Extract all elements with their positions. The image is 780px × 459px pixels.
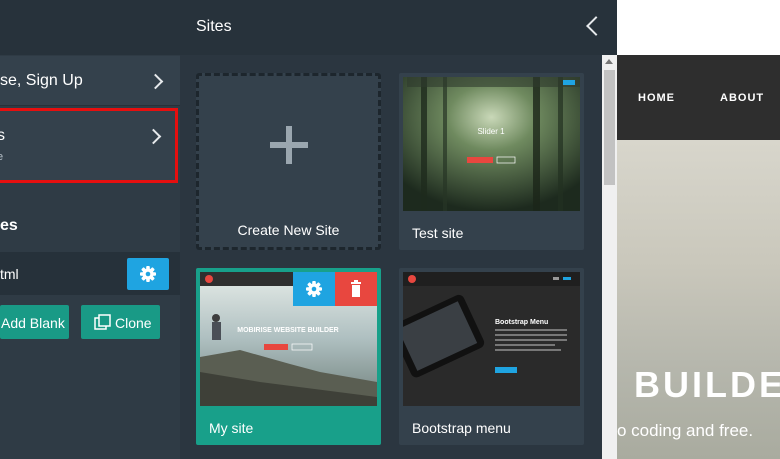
sidebar-item-sites[interactable]: s e <box>0 108 178 183</box>
site-thumbnail: Slider 1 <box>403 77 580 211</box>
site-card-test-site[interactable]: Slider 1 Test site <box>399 73 584 250</box>
chevron-right-icon <box>147 73 164 90</box>
gear-icon <box>306 281 322 297</box>
add-blank-label: Add Blank <box>1 315 65 331</box>
plus-icon-bar <box>270 142 308 148</box>
chevron-left-icon[interactable] <box>586 16 606 36</box>
left-sidebar: se, Sign Up s e es tml Add Blank Clone <box>0 0 180 459</box>
pages-section-title: es <box>0 217 18 234</box>
site-card-my-site[interactable]: MOBIRISE WEBSITE BUILDER My site <box>196 268 381 445</box>
preview-headline: BUILDE <box>634 364 780 405</box>
thumb-title: Bootstrap Menu <box>495 319 548 326</box>
thumb-title: Slider 1 <box>477 127 505 136</box>
app-window: se, Sign Up s e es tml Add Blank Clone S… <box>0 0 780 459</box>
preview-nav-about[interactable]: ABOUT <box>720 92 764 104</box>
trash-icon <box>351 280 361 297</box>
site-card-name: Test site <box>412 225 464 241</box>
chevron-right-icon <box>145 128 162 145</box>
clone-button[interactable]: Clone <box>81 305 160 339</box>
site-card-name: My site <box>209 420 254 436</box>
sidebar-item-signup[interactable]: se, Sign Up <box>0 56 180 106</box>
add-blank-button[interactable]: Add Blank <box>0 305 69 339</box>
sidebar-item-sites-sublabel: e <box>0 151 4 163</box>
preview-hero: BUILDE o coding and free. <box>617 140 780 459</box>
panel-title: Sites <box>196 18 232 35</box>
sites-panel-header: Sites <box>180 0 617 55</box>
clone-label: Clone <box>115 315 152 331</box>
site-card-bootstrap-menu[interactable]: Bootstrap Menu Bootstrap menu <box>399 268 584 445</box>
preview-navbar: HOME ABOUT <box>617 55 780 140</box>
site-card-name: Bootstrap menu <box>412 420 511 436</box>
sidebar-item-sites-label: s <box>0 127 5 144</box>
scroll-up-arrow-icon[interactable] <box>605 59 613 64</box>
thumb-title: MOBIRISE WEBSITE BUILDER <box>237 327 339 334</box>
gear-icon <box>140 266 156 282</box>
site-delete-button[interactable] <box>335 272 377 306</box>
clone-icon <box>94 314 111 330</box>
create-new-site-card[interactable]: Create New Site <box>196 73 381 250</box>
page-name: tml <box>0 266 19 282</box>
sites-scrollbar-thumb[interactable] <box>604 70 615 185</box>
preview-nav-home[interactable]: HOME <box>638 92 675 104</box>
site-settings-button[interactable] <box>293 272 335 306</box>
site-preview: HOME ABOUT BUILDE o coding and free. <box>617 0 780 459</box>
site-thumbnail: Bootstrap Menu <box>403 272 580 406</box>
sidebar-header <box>0 0 180 55</box>
page-settings-button[interactable] <box>127 258 169 290</box>
sidebar-item-signup-label: se, Sign Up <box>0 72 83 89</box>
site-card-name: Create New Site <box>237 222 340 238</box>
preview-subline: o coding and free. <box>617 421 754 440</box>
